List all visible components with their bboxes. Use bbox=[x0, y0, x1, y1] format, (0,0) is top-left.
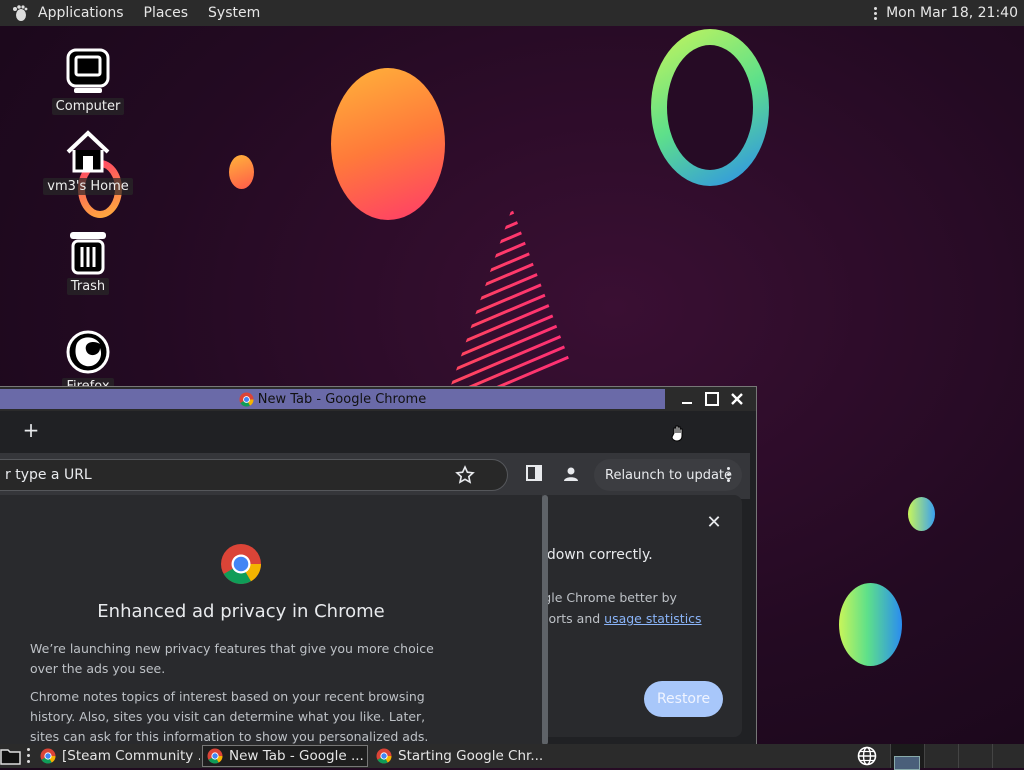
browser-toolbar: r type a URL Relaunch to update bbox=[0, 453, 750, 499]
workspace-3[interactable] bbox=[958, 744, 993, 768]
minimize-button[interactable] bbox=[677, 389, 697, 409]
window-title[interactable]: New Tab - Google Chrome bbox=[0, 389, 665, 409]
gnome-foot-icon[interactable] bbox=[10, 3, 30, 23]
privacy-dialog-title: Enhanced ad privacy in Chrome bbox=[97, 601, 385, 622]
wallpaper-orange-blob bbox=[331, 68, 445, 220]
privacy-paragraph-1: We’re launching new privacy features tha… bbox=[30, 641, 434, 676]
privacy-paragraph-2: Chrome notes topics of interest based on… bbox=[30, 689, 429, 744]
hand-cursor-icon bbox=[671, 425, 683, 442]
system-menu[interactable]: System bbox=[202, 5, 266, 21]
side-panel-icon[interactable] bbox=[526, 465, 542, 481]
chrome-window: New Tab - Google Chrome + r type a URL R… bbox=[0, 386, 757, 745]
workspace-4[interactable] bbox=[992, 744, 1024, 768]
firefox-icon bbox=[66, 330, 110, 374]
chrome-icon bbox=[40, 748, 56, 764]
places-menu[interactable]: Places bbox=[138, 5, 195, 21]
desktop-icon-home[interactable]: vm3's Home bbox=[43, 128, 133, 195]
clock[interactable]: Mon Mar 18, 21:40 bbox=[886, 5, 1018, 21]
desktop-icon-label: Computer bbox=[51, 98, 125, 115]
restore-button[interactable]: Restore bbox=[644, 681, 723, 717]
applications-menu[interactable]: Applications bbox=[32, 5, 130, 21]
computer-icon bbox=[66, 48, 110, 93]
chrome-icon bbox=[207, 748, 223, 764]
taskbar-task-starting-chrome[interactable]: Starting Google Chr... bbox=[372, 745, 542, 767]
taskbar-task-new-tab[interactable]: New Tab - Google ... bbox=[202, 745, 368, 767]
desktop-icon-label: Trash bbox=[66, 278, 110, 295]
wallpaper-small-blob bbox=[229, 155, 254, 189]
show-desktop-icon[interactable] bbox=[0, 746, 22, 766]
taskbar-task-label: [Steam Community ... bbox=[62, 748, 200, 764]
maximize-button[interactable] bbox=[702, 389, 722, 409]
workspace-1[interactable] bbox=[890, 744, 925, 770]
close-window-button[interactable] bbox=[727, 389, 747, 409]
home-icon bbox=[66, 130, 110, 173]
usage-statistics-link[interactable]: usage statistics bbox=[604, 611, 701, 626]
relaunch-label: Relaunch to update bbox=[605, 467, 733, 483]
taskbar-handle-icon bbox=[27, 748, 30, 763]
wallpaper-teal-blob bbox=[839, 583, 902, 666]
bookmark-star-icon[interactable] bbox=[455, 465, 475, 485]
taskbar-task-label: New Tab - Google ... bbox=[229, 748, 364, 764]
profile-icon[interactable] bbox=[562, 465, 580, 483]
ad-privacy-dialog: Enhanced ad privacy in Chrome We’re laun… bbox=[0, 495, 543, 745]
chrome-menu-icon[interactable] bbox=[727, 467, 730, 482]
wallpaper-striped-triangle bbox=[450, 208, 580, 388]
wallpaper-green-ring bbox=[651, 29, 769, 186]
chrome-icon bbox=[376, 748, 392, 764]
new-tab-button[interactable]: + bbox=[20, 418, 42, 442]
window-title-bar[interactable]: New Tab - Google Chrome bbox=[0, 387, 756, 411]
desktop-icon-trash[interactable]: Trash bbox=[43, 228, 133, 295]
address-bar-placeholder: r type a URL bbox=[5, 467, 92, 483]
relaunch-to-update-button[interactable]: Relaunch to update bbox=[594, 459, 742, 491]
panel-handle-icon bbox=[870, 6, 880, 20]
restore-message: ut down correctly. bbox=[528, 547, 653, 563]
trash-icon bbox=[70, 232, 106, 275]
chrome-icon bbox=[239, 391, 254, 407]
window-title-text: New Tab - Google Chrome bbox=[257, 391, 427, 407]
taskbar-task-steam[interactable]: [Steam Community ... bbox=[36, 745, 200, 767]
restore-help-text: oogle Chrome better by bbox=[528, 590, 677, 605]
bottom-taskbar: [Steam Community ... New Tab - Google ..… bbox=[0, 744, 1024, 770]
desktop-icon-computer[interactable]: Computer bbox=[43, 48, 133, 115]
taskbar-task-label: Starting Google Chr... bbox=[398, 748, 542, 764]
network-globe-icon[interactable] bbox=[856, 746, 878, 766]
restore-pages-bubble: ✕ ut down correctly. oogle Chrome better… bbox=[528, 495, 742, 737]
top-panel: Applications Places System Mon Mar 18, 2… bbox=[0, 0, 1024, 26]
dialog-scrollbar[interactable] bbox=[542, 495, 548, 745]
desktop-icon-label: vm3's Home bbox=[43, 178, 133, 195]
chrome-logo-icon bbox=[221, 544, 261, 584]
tab-strip: + bbox=[0, 411, 750, 453]
desktop-icon-firefox[interactable]: Firefox bbox=[43, 328, 133, 395]
wallpaper-teal-small-blob bbox=[908, 497, 935, 531]
close-icon[interactable]: ✕ bbox=[706, 514, 722, 532]
restore-help-text-2: reports and usage statistics bbox=[528, 611, 742, 626]
workspace-2[interactable] bbox=[924, 744, 959, 768]
address-bar[interactable]: r type a URL bbox=[0, 459, 508, 491]
